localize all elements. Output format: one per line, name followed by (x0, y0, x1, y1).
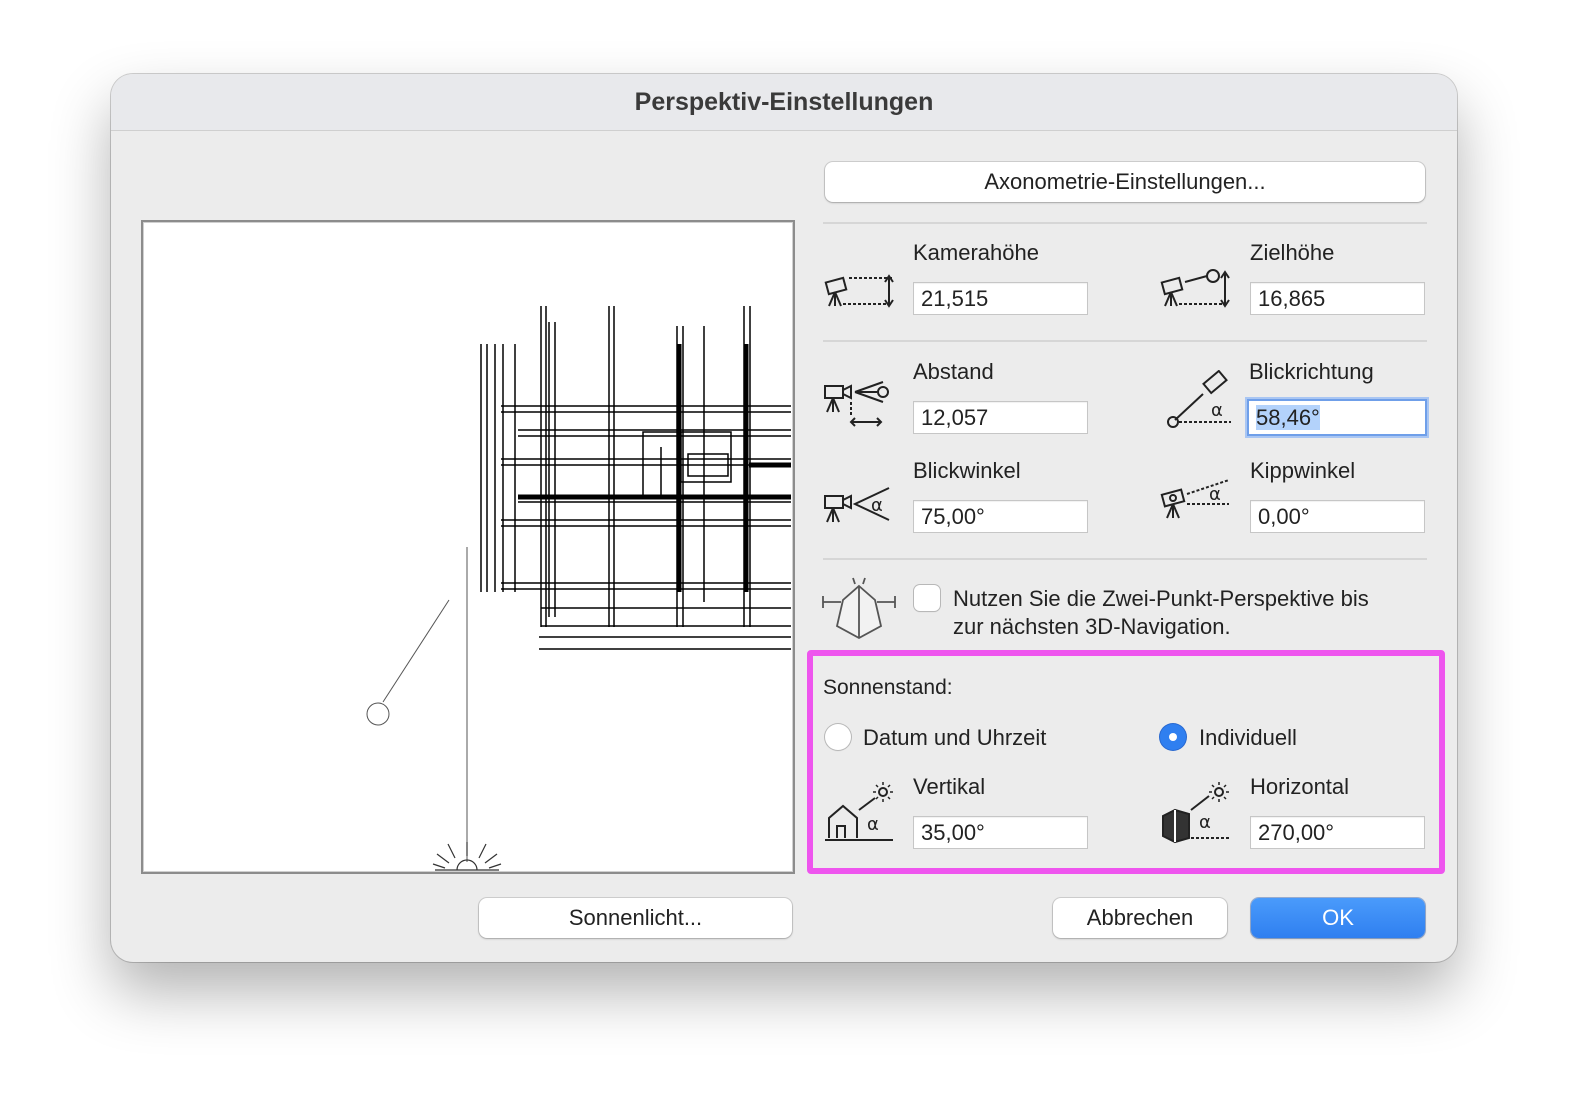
svg-text:α: α (1209, 484, 1221, 505)
sun-position-highlight (807, 650, 1445, 874)
target-height-field[interactable]: 16,865 (1250, 282, 1425, 315)
separator (823, 558, 1427, 560)
plan-preview[interactable] (141, 220, 795, 874)
view-direction-field[interactable]: 58,46° (1247, 399, 1427, 436)
tilt-angle-label: Kippwinkel (1250, 458, 1356, 483)
two-point-perspective-icon (821, 576, 897, 645)
two-point-perspective-line2: zur nächsten 3D-Navigation. (953, 614, 1231, 639)
camera-distance-icon (821, 376, 897, 435)
camera-height-field[interactable]: 21,515 (913, 282, 1088, 315)
ok-button[interactable]: OK (1251, 898, 1425, 938)
view-angle-icon: α (821, 484, 897, 533)
view-angle-label: Blickwinkel (913, 458, 1021, 483)
sunlight-button[interactable]: Sonnenlicht... (479, 898, 792, 938)
tilt-angle-icon: α (1157, 478, 1233, 527)
separator (823, 340, 1427, 342)
two-point-perspective-line1: Nutzen Sie die Zwei-Punkt-Perspektive bi… (953, 586, 1369, 611)
axonometry-settings-button[interactable]: Axonometrie-Einstellungen... (825, 162, 1425, 202)
view-angle-field[interactable]: 75,00° (913, 500, 1088, 533)
view-direction-icon: α (1163, 369, 1235, 435)
separator (823, 222, 1427, 224)
two-point-perspective-checkbox[interactable] (914, 585, 940, 611)
camera-height-icon (821, 270, 897, 315)
camera-height-label: Kamerahöhe (913, 240, 1039, 265)
distance-label: Abstand (913, 359, 994, 384)
target-height-icon (1157, 268, 1233, 315)
dialog-title: Perspektiv-Einstellungen (111, 74, 1457, 131)
svg-text:α: α (1211, 400, 1223, 421)
view-direction-label: Blickrichtung (1249, 359, 1374, 384)
svg-text:α: α (871, 495, 883, 516)
building-plan-drawing (366, 306, 791, 871)
target-height-label: Zielhöhe (1250, 240, 1335, 265)
tilt-angle-field[interactable]: 0,00° (1250, 500, 1425, 533)
distance-field[interactable]: 12,057 (913, 401, 1088, 434)
perspective-settings-dialog: Perspektiv-Einstellungen Axonometrie-Ein… (111, 74, 1457, 962)
cancel-button[interactable]: Abbrechen (1053, 898, 1227, 938)
view-direction-value: 58,46° (1256, 405, 1320, 430)
